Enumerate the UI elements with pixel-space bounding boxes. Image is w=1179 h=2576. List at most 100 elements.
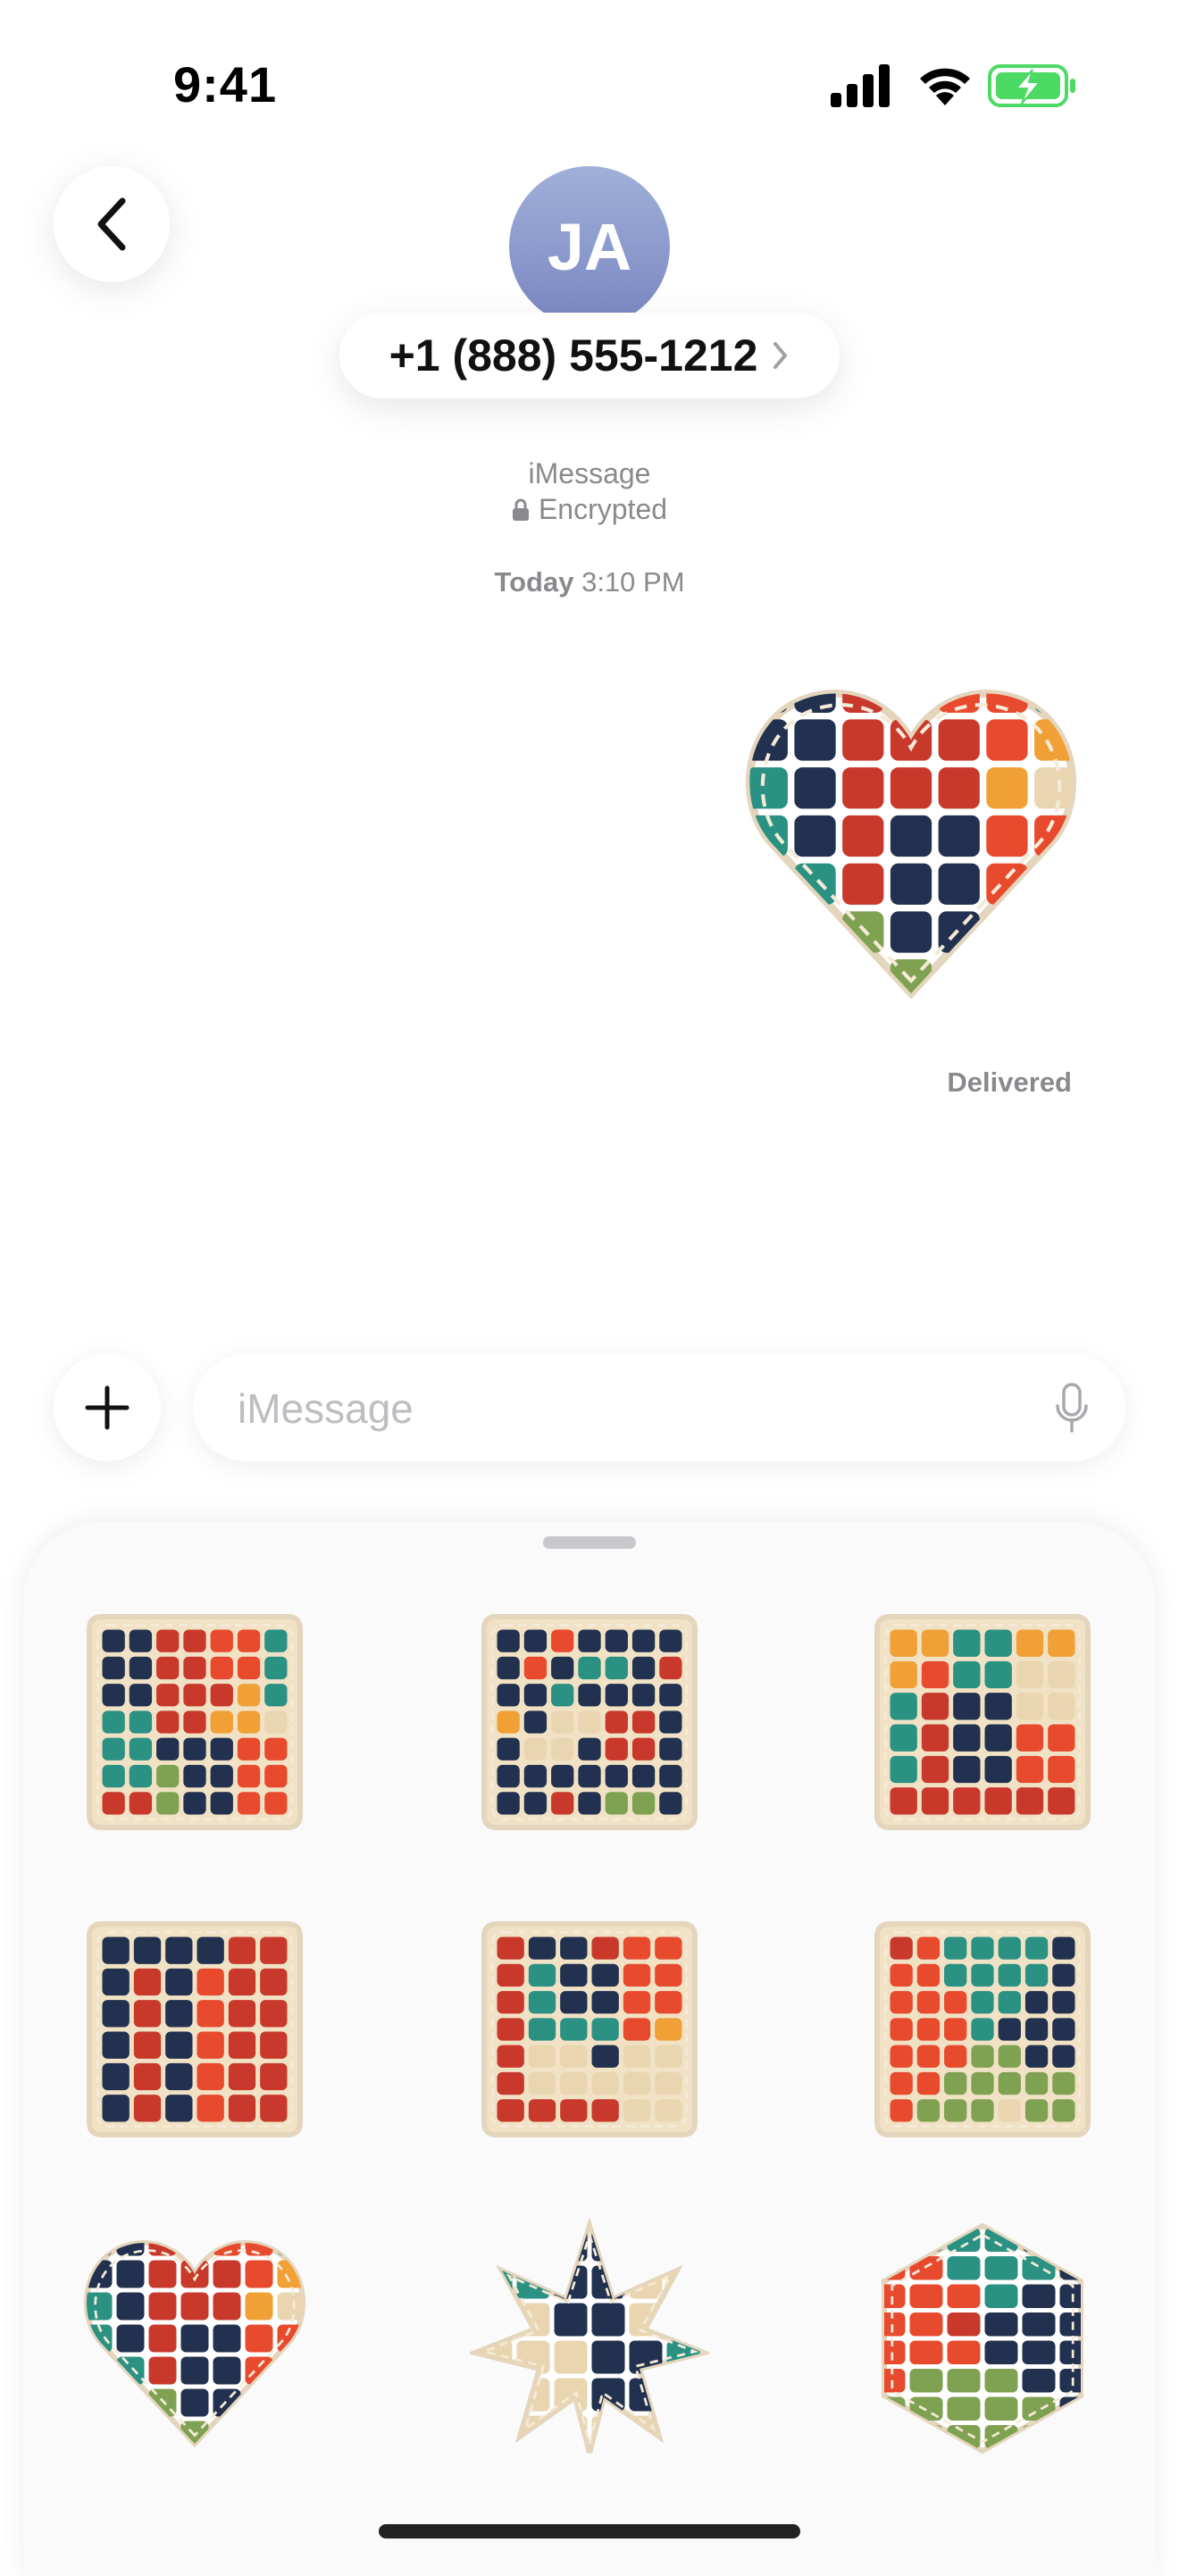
quilt-patch [479,2228,513,2262]
quilt-patch [554,2378,588,2412]
quilt-patch [133,2031,162,2059]
quilt-patch [497,2099,524,2122]
quilt-patch [497,1936,524,1960]
quilt-patch [1059,2369,1081,2393]
quilt-patch [890,1693,917,1720]
quilt-patch [971,2045,994,2068]
quilt-patch [659,1792,682,1815]
sticker-square-quilt-3[interactable] [863,1602,1102,1842]
quilt-patch [260,2095,288,2122]
sent-heart-quilt-sticker[interactable] [723,657,1099,1015]
sticker-square-quilt-3-art [874,1614,1091,1830]
quilt-patch [578,1764,601,1788]
quilt-patch [655,2018,682,2041]
quilt-patch [183,1710,206,1734]
quilt-patch [180,2388,209,2417]
quilt-patch [86,2388,113,2417]
quilt-patch [842,863,884,905]
quilt-patch [129,1737,153,1761]
sticker-heart-quilt[interactable] [75,2219,314,2458]
sticker-drawer[interactable] [23,1522,1156,2576]
sticker-star-quilt[interactable] [470,2219,709,2458]
microphone-icon[interactable] [1054,1383,1090,1434]
quilt-patch [794,911,836,953]
quilt-patch [1059,2340,1081,2364]
sticker-square-quilt-4[interactable] [75,1910,314,2149]
quilt-patch [623,2018,651,2041]
quilt-patch [165,1968,193,1996]
sticker-square-quilt-5[interactable] [470,1910,709,2149]
quilt-patch [986,911,1028,953]
contact-name: +1 (888) 555-1212 [389,330,758,381]
apps-plus-button[interactable] [54,1354,161,1461]
quilt-patch [984,2369,1018,2393]
message-input[interactable] [236,1354,1008,1463]
quilt-patch [245,2260,273,2288]
quilt-patch [86,2292,113,2321]
quilt-patch [1024,2071,1049,2095]
quilt-patch [245,2292,273,2321]
quilt-patch [890,1755,917,1784]
quilt-patch [623,2099,651,2122]
quilt-patch [655,2071,682,2095]
quilt-patch [884,2228,906,2252]
quilt-patch [578,1684,601,1707]
sticker-square-quilt-1[interactable] [75,1602,314,1842]
sticker-square-quilt-6[interactable] [863,1910,1102,2149]
quilt-patch [165,2031,193,2059]
contact-name-button[interactable]: +1 (888) 555-1212 [339,313,840,398]
quilt-patch [116,2388,145,2417]
quilt-patch [1048,1629,1075,1657]
quilt-patch [1022,2256,1056,2280]
quilt-patch [213,2292,241,2321]
quilt-patch [523,1792,548,1815]
quilt-patch [794,767,836,809]
quilt-patch [631,1764,656,1788]
quilt-patch [921,1693,949,1720]
quilt-patch [148,2292,177,2321]
quilt-patch [523,1629,548,1652]
quilt-patch [944,2071,967,2095]
quilt-patch [210,1629,233,1652]
quilt-patch [264,1792,288,1815]
quilt-patch [921,1660,949,1689]
sticker-square-quilt-2[interactable] [470,1602,709,1842]
quilt-patch [264,1629,288,1652]
drawer-grabber[interactable] [543,1536,636,1549]
message-field[interactable] [193,1354,1125,1463]
quilt-patch [237,1737,261,1761]
quilt-patch [1059,2284,1081,2308]
quilt-patch [497,1737,520,1761]
quilt-patch [210,1737,233,1761]
sticker-hexagon-quilt[interactable] [863,2219,1102,2458]
status-time: 9:41 [173,56,278,113]
contact-avatar[interactable]: JA [509,166,670,327]
quilt-patch [984,2284,1018,2308]
quilt-patch [165,2062,193,2091]
quilt-patch [264,1764,288,1788]
quilt-patch [659,1684,682,1707]
quilt-patch [998,2018,1021,2041]
back-button[interactable] [54,166,170,282]
quilt-patch [551,1656,574,1680]
quilt-patch [1022,2284,1056,2308]
quilt-patch [1022,2313,1056,2337]
quilt-patch [944,2045,967,2068]
quilt-patch [631,1737,656,1761]
quilt-patch [277,2292,304,2321]
encryption-label: Encrypted [538,493,668,525]
quilt-patch [528,2071,556,2095]
quilt-patch [605,1629,628,1652]
quilt-patch [890,815,932,857]
quilt-patch [1052,2099,1075,2122]
quilt-patch [629,2228,663,2262]
quilt-patch [655,1936,682,1960]
quilt-patch [998,1963,1021,1987]
quilt-patch [890,1660,917,1689]
quilt-patch [497,1629,520,1652]
quilt-patch [749,815,788,857]
quilt-patch [497,1764,520,1788]
sticker-square-quilt-4-art [87,1921,303,2137]
quilt-patch [1034,693,1073,713]
chevron-left-icon [97,197,126,251]
